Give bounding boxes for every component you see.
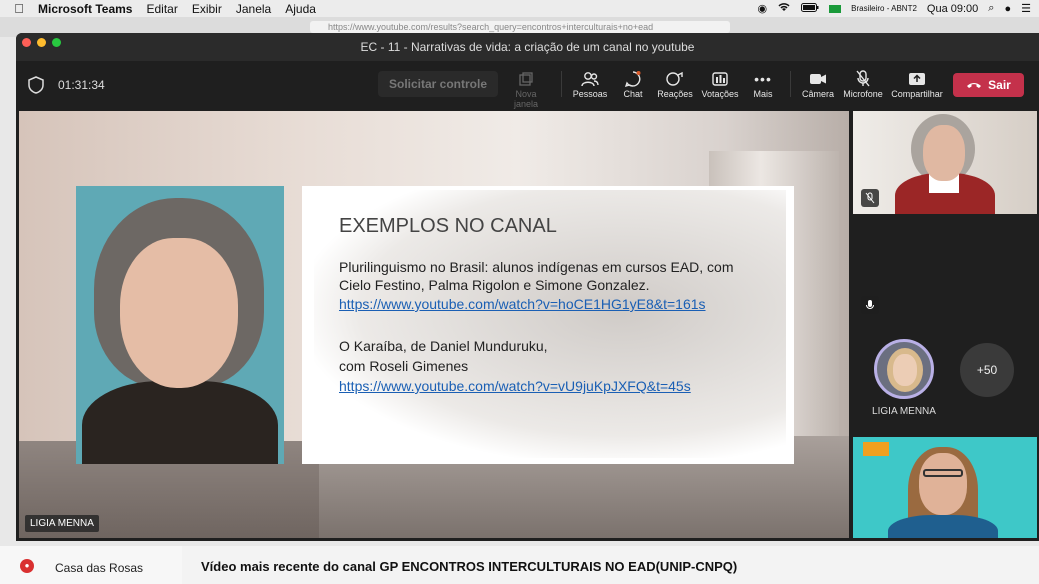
chat-label: Chat — [623, 89, 643, 99]
polls-icon — [698, 69, 742, 89]
camera-icon — [800, 69, 836, 89]
menu-clock[interactable]: Qua 09:00 — [927, 3, 978, 15]
muted-mic-icon — [861, 189, 879, 207]
request-control-button[interactable]: Solicitar controle — [378, 71, 498, 97]
background-banner — [863, 442, 889, 456]
microphone-label: Microfone — [843, 89, 883, 99]
menu-exibir[interactable]: Exibir — [192, 2, 222, 16]
youtube-sidebar: ● Casa das Rosas — [0, 546, 182, 584]
shared-slide: EXEMPLOS NO CANAL Plurilinguismo no Bras… — [302, 186, 794, 464]
share-label: Compartilhar — [891, 89, 943, 99]
more-button[interactable]: ••• Mais — [750, 69, 776, 105]
wifi-icon[interactable] — [777, 2, 791, 15]
menu-editar[interactable]: Editar — [146, 2, 177, 16]
sidebar-item-casa-das-rosas[interactable]: Casa das Rosas — [55, 561, 143, 575]
menu-ajuda[interactable]: Ajuda — [285, 2, 316, 16]
keyboard-layout[interactable]: Brasileiro - ABNT2 — [851, 4, 917, 13]
speaker-video[interactable] — [76, 186, 284, 464]
participant-name: LIGIA MENNA — [872, 406, 936, 417]
participant-video-4[interactable] — [853, 437, 1037, 538]
speaker-name-tag: LIGIA MENNA — [25, 515, 99, 532]
microphone-off-icon — [842, 69, 884, 89]
meeting-toolbar: 01:31:34 Solicitar controle Nova janela … — [16, 61, 1039, 109]
reactions-icon — [656, 69, 694, 89]
mic-icon — [861, 296, 879, 314]
battery-icon[interactable] — [801, 2, 819, 15]
reactions-label: Reações — [657, 89, 693, 99]
window-title: EC - 11 - Narrativas de vida: a criação … — [360, 40, 695, 54]
teams-status-icon[interactable]: ◉ — [758, 2, 768, 15]
teams-meeting-window: EC - 11 - Narrativas de vida: a criação … — [16, 33, 1039, 541]
polls-label: Votações — [701, 89, 739, 99]
slide-item1-link[interactable]: https://www.youtube.com/watch?v=hoCE1HG1… — [339, 296, 706, 312]
participant-video-1[interactable] — [853, 111, 1037, 214]
slide-item2-line1: O Karaíba, de Daniel Munduruku, — [339, 338, 548, 354]
browser-url-bar[interactable]: https://www.youtube.com/results?search_q… — [310, 21, 730, 33]
chat-button[interactable]: Chat — [618, 69, 648, 105]
people-icon — [570, 69, 610, 89]
polls-button[interactable]: Votações — [698, 69, 742, 105]
slide-item2-link[interactable]: https://www.youtube.com/watch?v=vU9juKpJ… — [339, 378, 691, 394]
camera-button[interactable]: Câmera — [800, 69, 836, 105]
menu-bar-status: ◉ Brasileiro - ABNT2 Qua 09:00 ⌕ ● ☰ — [758, 0, 1031, 17]
window-title-bar: EC - 11 - Narrativas de vida: a criação … — [16, 33, 1039, 61]
menu-app-name[interactable]: Microsoft Teams — [38, 2, 132, 16]
participant-avatar[interactable] — [874, 339, 934, 399]
share-button[interactable]: Compartilhar — [890, 69, 944, 105]
participant-tile-2[interactable] — [853, 218, 1037, 318]
participant-tile-3[interactable]: LIGIA MENNA +50 — [853, 322, 1037, 432]
more-participants-button[interactable]: +50 — [960, 343, 1014, 397]
new-window-button[interactable]: Nova janela — [504, 69, 548, 109]
control-center-icon[interactable]: ☰ — [1021, 2, 1031, 15]
share-screen-icon — [890, 69, 944, 89]
apple-icon[interactable]:  — [0, 1, 38, 16]
flag-icon[interactable] — [829, 4, 842, 13]
main-stage: EXEMPLOS NO CANAL Plurilinguismo no Bras… — [19, 111, 849, 538]
people-button[interactable]: Pessoas — [570, 69, 610, 105]
menu-janela[interactable]: Janela — [236, 2, 271, 16]
channel-icon[interactable]: ● — [20, 559, 34, 573]
camera-label: Câmera — [801, 89, 834, 99]
leave-meeting-button[interactable]: Sair — [953, 73, 1024, 97]
background-browser-page: ● Casa das Rosas Vídeo mais recente do c… — [0, 546, 1039, 584]
more-label: Mais — [753, 89, 773, 99]
reactions-button[interactable]: Reações — [656, 69, 694, 105]
slide-item2-line2: com Roseli Gimenes — [339, 358, 469, 374]
meeting-timer: 01:31:34 — [58, 78, 105, 92]
toolbar-divider — [790, 71, 791, 97]
user-avatar-icon[interactable]: ● — [1004, 3, 1011, 15]
more-dots-icon: ••• — [754, 71, 772, 87]
slide-item1-line2: Cielo Festino, Palma Rigolon e Simone Go… — [339, 277, 650, 293]
leave-label: Sair — [988, 78, 1011, 92]
chat-icon — [618, 69, 648, 89]
hang-up-icon — [967, 83, 982, 88]
latest-video-title[interactable]: Vídeo mais recente do canal GP ENCONTROS… — [201, 559, 737, 574]
slide-title: EXEMPLOS NO CANAL — [339, 215, 557, 237]
slide-item1-line1: Plurilinguismo no Brasil: alunos indígen… — [339, 259, 734, 275]
new-window-icon — [504, 69, 548, 89]
people-label: Pessoas — [572, 89, 608, 99]
macos-menu-bar:  Microsoft Teams Editar Exibir Janela A… — [0, 0, 1039, 17]
spotlight-search-icon[interactable]: ⌕ — [988, 2, 994, 15]
microphone-button[interactable]: Microfone — [842, 69, 884, 105]
new-window-label: Nova janela — [513, 89, 539, 109]
shield-icon[interactable] — [28, 76, 44, 94]
toolbar-divider — [561, 71, 562, 97]
